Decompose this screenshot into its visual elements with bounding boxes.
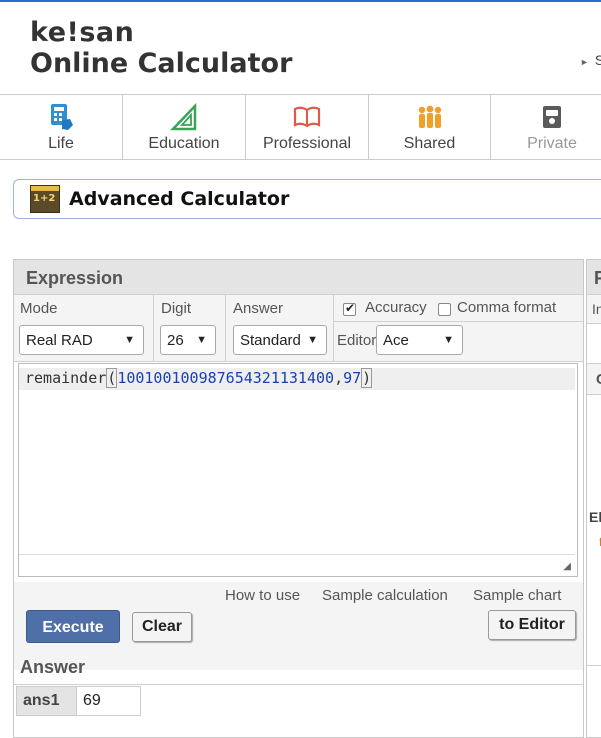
code-arg1: 100100100987654321131400 [117, 369, 335, 387]
how-to-use-link[interactable]: How to use [225, 587, 300, 604]
header-link-label: S [594, 52, 601, 68]
code-close-paren: ) [361, 368, 373, 388]
tab-shared-label: Shared [403, 135, 456, 152]
dropdown-arrow-icon: ▼ [196, 334, 207, 346]
tab-private[interactable]: Private [491, 95, 601, 159]
tab-professional-label: Professional [262, 135, 352, 152]
right-panel-row: C [587, 363, 601, 395]
expression-title: Expression [26, 268, 124, 288]
resize-grip-icon[interactable]: ◢ [563, 561, 571, 572]
tab-shared[interactable]: Shared [369, 95, 491, 159]
comma-format-label: Comma format [457, 299, 557, 316]
open-book-icon [293, 106, 321, 128]
editor-options-group: ✔ Accuracy Comma format Editor Ace ▼ [334, 295, 583, 361]
comma-format-checkbox[interactable] [438, 303, 451, 316]
arrow-right-icon: ► [580, 57, 589, 67]
accuracy-label: Accuracy [365, 299, 427, 316]
mode-group: Mode Real RAD ▼ [14, 295, 154, 361]
editor-bottom-rule [19, 554, 575, 555]
tab-life[interactable]: Life [0, 95, 123, 159]
answer-format-select[interactable]: Standard ▼ [233, 325, 327, 355]
digit-select[interactable]: 26 ▼ [160, 325, 216, 355]
expression-editor[interactable]: remainder(100100100987654321131400,97) ◢ [18, 363, 578, 577]
answer-value: 69 [78, 687, 140, 715]
code-open-paren: ( [106, 368, 118, 388]
dropdown-arrow-icon: ▼ [443, 334, 454, 346]
checkmark-icon: ✔ [345, 301, 356, 315]
editor-value: Ace [383, 332, 409, 349]
calculator-board-icon: 1+2 [30, 185, 60, 213]
options-bar: Mode Real RAD ▼ Digit 26 ▼ Answer Standa… [14, 295, 583, 362]
logo-brand: ke!san [30, 17, 135, 48]
site-logo[interactable]: ke!san Online Calculator [30, 18, 292, 80]
accuracy-checkbox[interactable]: ✔ [343, 301, 356, 316]
code-function: remainder [25, 369, 107, 387]
tab-private-label: Private [527, 135, 577, 152]
category-tabs: Life Education Professional Shared Priva… [0, 94, 601, 160]
to-editor-button[interactable]: to Editor [488, 610, 576, 640]
divider [14, 684, 583, 685]
answer-table: ans1 69 [16, 686, 141, 716]
editor-label: Editor [337, 332, 377, 349]
digit-group: Digit 26 ▼ [154, 295, 226, 361]
private-book-icon [543, 106, 561, 128]
dropdown-arrow-icon: ▼ [307, 334, 318, 346]
right-panel-header: F [587, 260, 601, 295]
answer-format-label: Answer [233, 300, 284, 317]
header-link[interactable]: ► S [580, 52, 601, 68]
answer-key: ans1 [17, 687, 77, 715]
right-panel-text: El [589, 509, 601, 525]
sample-calculation-link[interactable]: Sample calculation [322, 587, 448, 604]
calculator-hand-icon [51, 104, 73, 130]
logo-subtitle: Online Calculator [30, 48, 293, 79]
top-accent-line [0, 0, 601, 2]
mode-select[interactable]: Real RAD ▼ [19, 325, 144, 355]
mode-label: Mode [20, 300, 58, 317]
digit-value: 26 [167, 332, 184, 349]
code-comma: , [334, 369, 344, 387]
answer-title: Answer [20, 657, 86, 677]
divider [587, 665, 601, 666]
people-icon [418, 105, 441, 128]
expression-panel: Expression Mode Real RAD ▼ Digit 26 ▼ An… [13, 259, 584, 738]
answer-format-group: Answer Standard ▼ [226, 295, 334, 361]
right-panel-subheader: In [587, 295, 601, 324]
page-title-bar: 1+2 Advanced Calculator [13, 179, 601, 219]
code-arg2: 97 [343, 369, 362, 387]
page-title: Advanced Calculator [69, 188, 290, 210]
expression-header: Expression [14, 260, 583, 295]
digit-label: Digit [161, 300, 192, 317]
tab-professional[interactable]: Professional [246, 95, 369, 159]
execute-button[interactable]: Execute [26, 610, 120, 643]
tab-life-label: Life [48, 135, 74, 152]
divider [334, 321, 583, 322]
right-side-panel: F In C El f [586, 259, 601, 738]
clear-button[interactable]: Clear [132, 612, 192, 642]
editor-select[interactable]: Ace ▼ [376, 325, 463, 355]
expression-code[interactable]: remainder(100100100987654321131400,97) [25, 368, 373, 388]
actions-bar: How to use Sample calculation Sample cha… [14, 582, 583, 670]
tab-education-label: Education [148, 135, 220, 152]
dropdown-arrow-icon: ▼ [124, 334, 135, 346]
answer-format-value: Standard [240, 332, 301, 349]
tab-education[interactable]: Education [123, 95, 246, 159]
mode-value: Real RAD [26, 332, 93, 349]
triangle-ruler-icon [170, 103, 197, 131]
sample-chart-link[interactable]: Sample chart [473, 587, 561, 604]
